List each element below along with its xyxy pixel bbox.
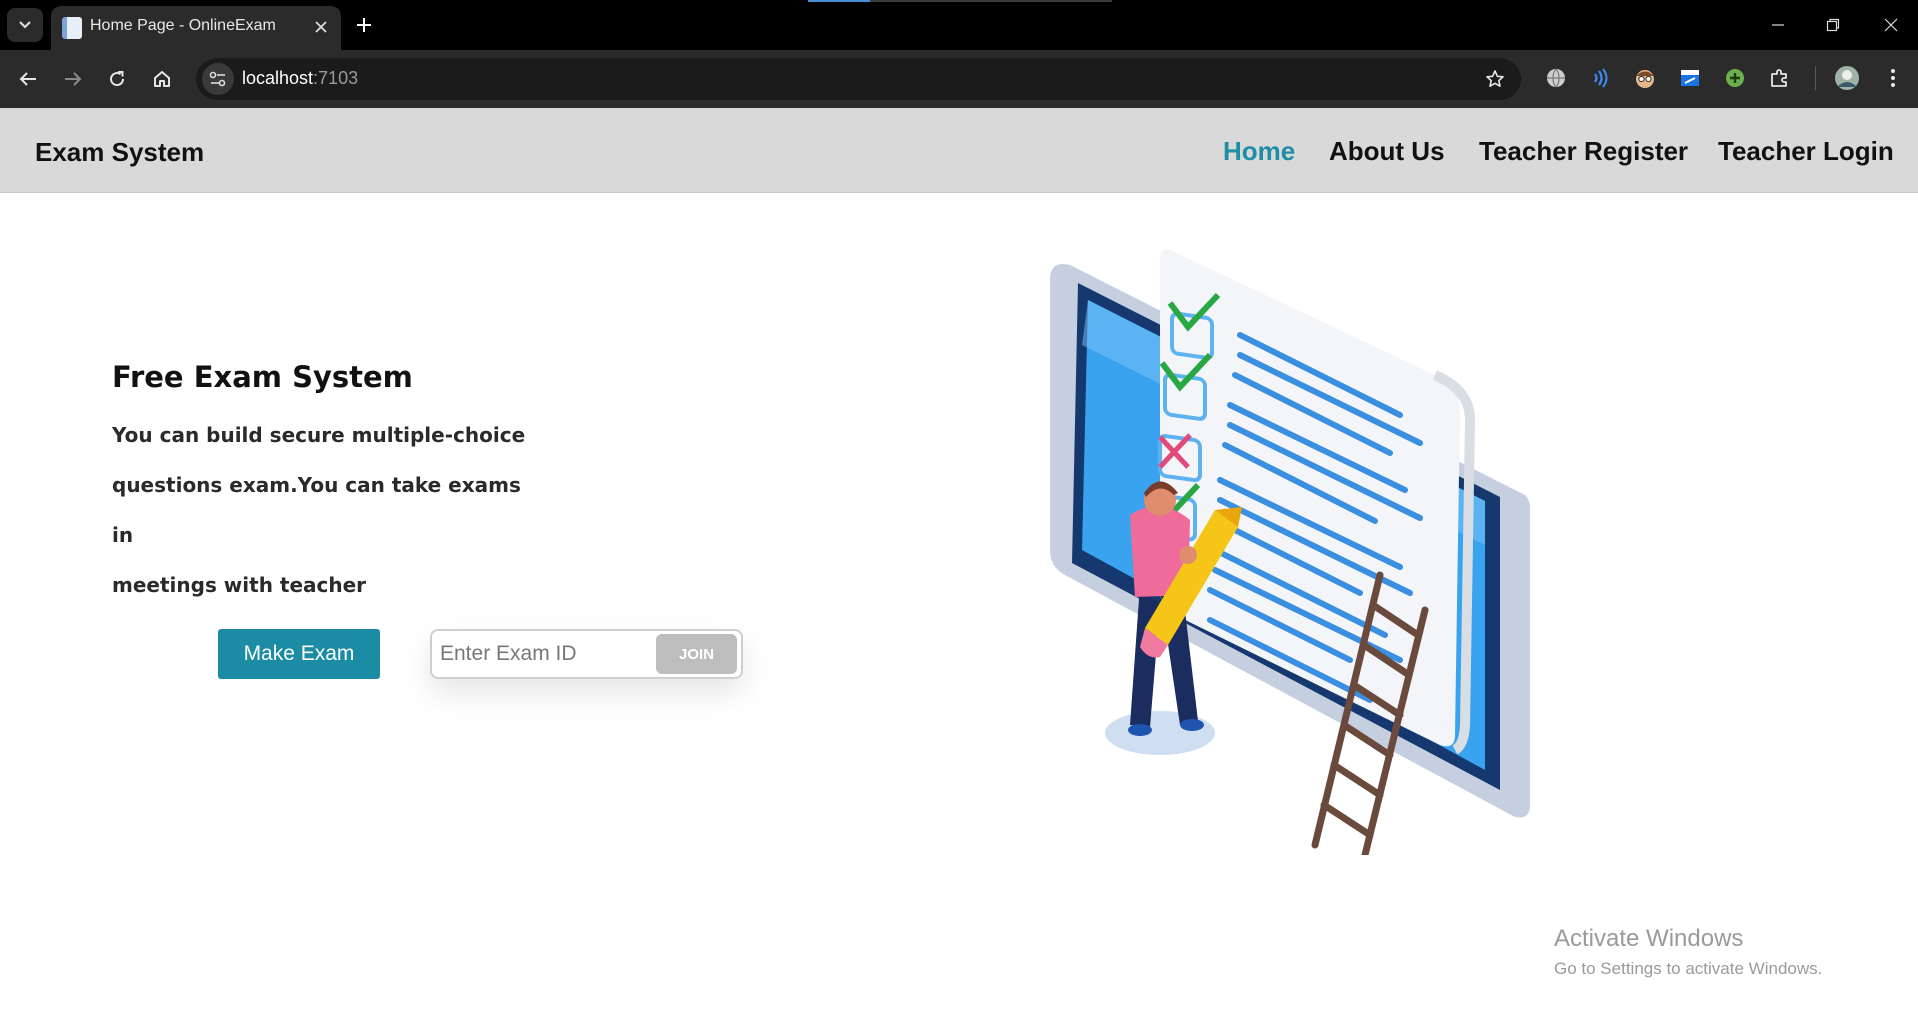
brand-logo-text[interactable]: Exam System — [35, 137, 204, 168]
checklist-illustration-icon — [1050, 249, 1530, 859]
close-icon — [1884, 18, 1898, 32]
site-info-button[interactable] — [202, 63, 234, 95]
url-port: :7103 — [313, 68, 359, 88]
extension-add[interactable] — [1722, 65, 1748, 91]
profile-button[interactable] — [1834, 65, 1860, 91]
site-info-icon — [209, 71, 226, 87]
restore-icon — [1826, 18, 1840, 32]
reload-icon — [110, 71, 125, 87]
exam-illustration — [1030, 245, 1550, 859]
favicon-icon — [62, 17, 82, 39]
forward-arrow-icon — [65, 72, 82, 86]
hero-description-line: meetings with teacher — [112, 573, 367, 597]
restore-button[interactable] — [1815, 10, 1851, 40]
hero-description-line: You can build secure multiple-choice — [112, 423, 526, 447]
toolbar-divider — [1815, 66, 1816, 90]
window-close-button[interactable] — [1873, 10, 1909, 40]
make-exam-button[interactable]: Make Exam — [218, 629, 380, 679]
nav-link-teacher-register[interactable]: Teacher Register — [1479, 136, 1688, 167]
home-button[interactable] — [147, 64, 177, 94]
nav-link-home[interactable]: Home — [1223, 136, 1295, 167]
extensions-button[interactable] — [1767, 65, 1793, 91]
face-icon — [1636, 70, 1654, 88]
puzzle-icon — [1771, 69, 1787, 87]
browser-tab[interactable]: Home Page - OnlineExam — [51, 6, 341, 50]
browser-menu-button[interactable] — [1880, 65, 1906, 91]
hero-description: You can build secure multiple-choice que… — [112, 410, 532, 610]
tab-list-icon — [19, 21, 31, 29]
site-navbar: Exam System Home About Us Teacher Regist… — [0, 108, 1918, 193]
tab-list-button[interactable] — [7, 8, 43, 42]
exam-id-input[interactable] — [440, 637, 650, 671]
watermark-subtitle: Go to Settings to activate Windows. — [1554, 959, 1823, 978]
extension-face[interactable] — [1632, 65, 1658, 91]
minimize-button[interactable] — [1760, 10, 1796, 40]
menu-dots-icon — [1891, 69, 1895, 87]
url-host: localhost — [242, 68, 314, 88]
extension-flag[interactable] — [1677, 65, 1703, 91]
join-exam-box: JOIN — [430, 629, 743, 679]
forward-button[interactable] — [58, 64, 88, 94]
nav-link-teacher-login[interactable]: Teacher Login — [1718, 136, 1894, 167]
tab-close-button[interactable] — [309, 15, 333, 39]
url-text: localhost:7103 — [242, 68, 358, 89]
back-button[interactable] — [13, 64, 43, 94]
nav-link-about-us[interactable]: About Us — [1329, 136, 1445, 167]
extension-sound[interactable] — [1587, 65, 1613, 91]
browser-toolbar: localhost:7103 — [0, 50, 1918, 108]
tab-strip-indicator — [808, 0, 1112, 2]
sound-icon — [1594, 68, 1608, 88]
back-arrow-icon — [19, 72, 36, 86]
extension-globe[interactable] — [1543, 65, 1569, 91]
hero-title: Free Exam System — [112, 360, 413, 394]
watermark-title: Activate Windows — [1554, 925, 1744, 952]
new-tab-button[interactable] — [350, 11, 378, 39]
tab-title: Home Page - OnlineExam — [90, 17, 276, 34]
flag-icon — [1681, 70, 1699, 86]
activate-windows-watermark: Activate Windows Go to Settings to activ… — [1554, 925, 1822, 979]
reload-button[interactable] — [102, 64, 132, 94]
browser-tab-bar: Home Page - OnlineExam — [0, 0, 1918, 50]
minimize-icon — [1772, 24, 1784, 26]
globe-icon — [1547, 68, 1565, 88]
close-icon — [315, 21, 327, 33]
home-icon — [154, 71, 170, 87]
bookmark-button[interactable] — [1483, 67, 1507, 91]
address-bar[interactable]: localhost:7103 — [196, 58, 1521, 100]
star-icon — [1486, 70, 1504, 87]
hero-description-line: questions exam.You can take exams in — [112, 473, 521, 547]
add-icon — [1726, 69, 1744, 87]
profile-icon — [1835, 66, 1859, 90]
join-button[interactable]: JOIN — [656, 634, 737, 674]
plus-icon — [357, 18, 371, 32]
